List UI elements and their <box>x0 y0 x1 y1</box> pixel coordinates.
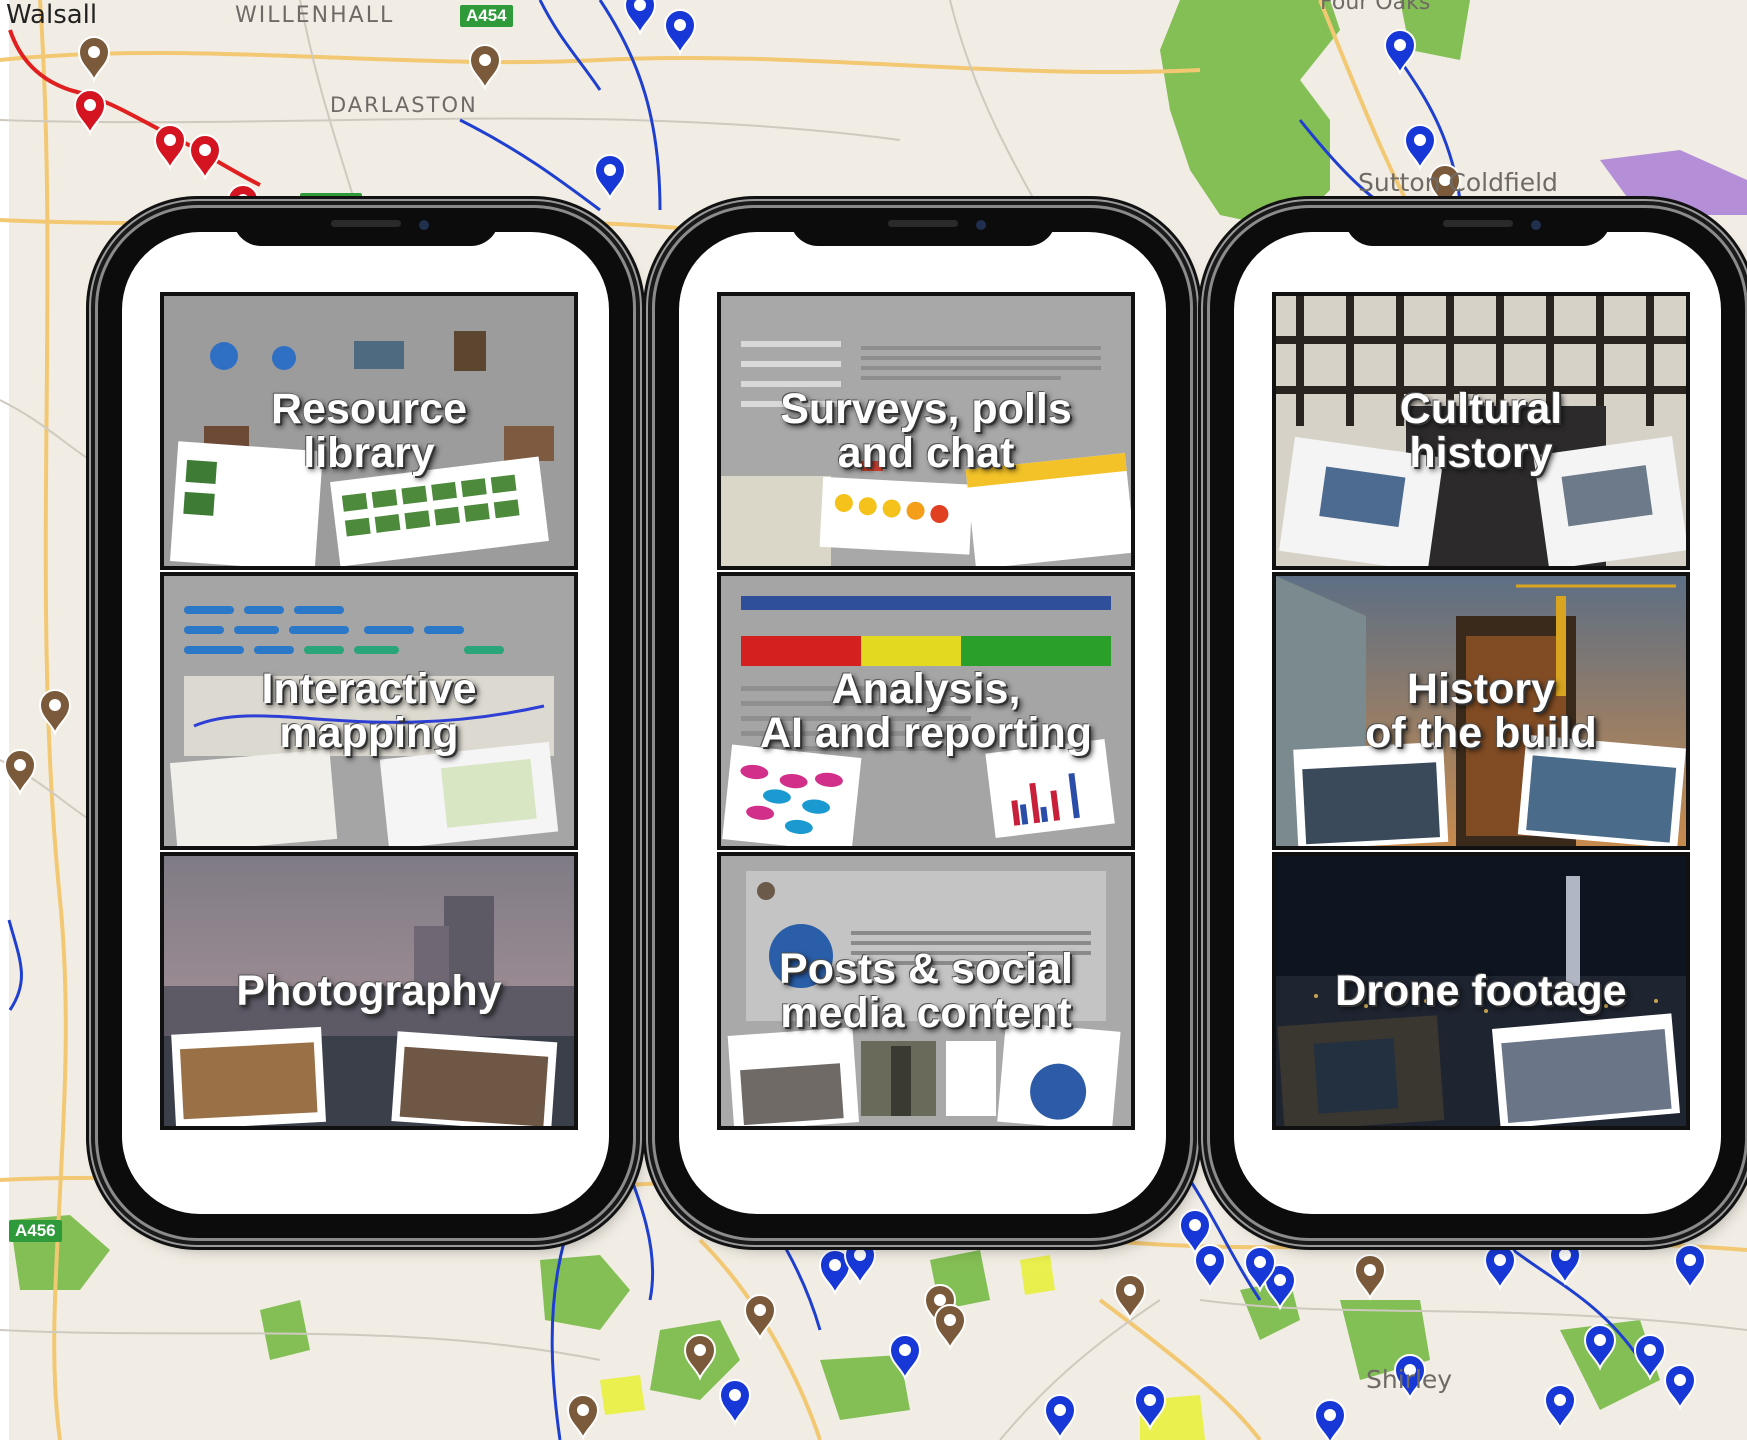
map-marker-dot <box>1364 1264 1376 1276</box>
map-marker-dot <box>899 1344 911 1356</box>
map-marker-dot <box>199 144 211 156</box>
tile-resource-library[interactable]: Resource library <box>160 292 578 570</box>
map-marker-dot <box>1124 1284 1136 1296</box>
tile-cultural-history[interactable]: Cultural history <box>1272 292 1690 570</box>
resource-library-thumbnail <box>164 296 574 566</box>
map-marker-dot <box>164 134 176 146</box>
map-marker-dot <box>1144 1394 1156 1406</box>
map-marker-dot <box>479 54 491 66</box>
place-label-shirley: Shirley <box>1366 1365 1453 1394</box>
place-label-darlaston: DARLASTON <box>330 93 478 117</box>
map-marker-dot <box>237 194 249 206</box>
camera-icon <box>975 220 986 230</box>
surveys-thumbnail <box>721 296 1131 566</box>
posts-thumbnail <box>721 856 1131 1126</box>
map-marker-dot <box>1274 1274 1286 1286</box>
map-marker-dot <box>1414 134 1426 146</box>
phone-notch <box>1344 208 1611 246</box>
phone-notch <box>789 208 1056 246</box>
map-marker-dot <box>1684 1254 1696 1266</box>
map-marker-dot <box>1204 1254 1216 1266</box>
map-marker-dot <box>49 699 61 711</box>
map-marker-dot <box>754 1304 766 1316</box>
tile-surveys-polls-chat[interactable]: Surveys, polls and chat <box>717 292 1135 570</box>
drone-footage-thumbnail <box>1276 856 1686 1126</box>
place-label-four-oaks: Four Oaks <box>1320 0 1431 15</box>
map-marker-dot <box>88 46 100 58</box>
camera-icon <box>1530 220 1541 230</box>
phone-screen: Cultural history History of the build Dr… <box>1234 232 1721 1214</box>
cultural-history-thumbnail <box>1276 296 1686 566</box>
road-badge-a454: A454 <box>460 5 513 27</box>
map-marker-dot <box>1644 1344 1656 1356</box>
tile-drone-footage[interactable]: Drone footage <box>1272 852 1690 1130</box>
tile-photography[interactable]: Photography <box>160 852 578 1130</box>
map-marker-dot <box>829 1259 841 1271</box>
tile-analysis-ai-reporting[interactable]: Analysis, AI and reporting <box>717 572 1135 850</box>
phone-middle: Surveys, polls and chat Analysis, AI and r… <box>655 208 1190 1238</box>
map-marker-dot <box>84 99 96 111</box>
map-marker-dot <box>1594 1334 1606 1346</box>
camera-icon <box>418 220 429 230</box>
map-marker-dot <box>1254 1256 1266 1268</box>
map-marker-dot <box>729 1389 741 1401</box>
phone-notch <box>232 208 499 246</box>
phone-right: Cultural history History of the build Dr… <box>1210 208 1745 1238</box>
speaker-grille <box>330 220 401 227</box>
place-label-willenhall: WILLENHALL <box>235 3 395 28</box>
analysis-thumbnail <box>721 576 1131 846</box>
map-marker-dot <box>1559 1249 1571 1261</box>
map-marker-dot <box>934 1294 946 1306</box>
map-marker-dot <box>694 1344 706 1356</box>
map-marker-dot <box>1189 1219 1201 1231</box>
road-badge-a456: A456 <box>9 1220 62 1242</box>
map-marker-dot <box>577 1404 589 1416</box>
phone-screen: Resource library Interactive mapping Pho… <box>122 232 609 1214</box>
tile-posts-social-media[interactable]: Posts & social media content <box>717 852 1135 1130</box>
speaker-grille <box>887 220 958 227</box>
phone-screen: Surveys, polls and chat Analysis, AI and r… <box>679 232 1166 1214</box>
tile-interactive-mapping[interactable]: Interactive mapping <box>160 572 578 850</box>
map-marker-dot <box>1394 39 1406 51</box>
speaker-grille <box>1442 220 1513 227</box>
tile-history-of-the-build[interactable]: History of the build <box>1272 572 1690 850</box>
map-marker-dot <box>854 1249 866 1261</box>
place-label-edge: Walsall <box>6 0 98 30</box>
photography-thumbnail <box>164 856 574 1126</box>
map-marker-dot <box>944 1314 956 1326</box>
map-marker-dot <box>604 164 616 176</box>
history-build-thumbnail <box>1276 576 1686 846</box>
map-marker-dot <box>1324 1409 1336 1421</box>
map-marker-dot <box>1554 1394 1566 1406</box>
map-marker-dot <box>1054 1404 1066 1416</box>
phone-left: Resource library Interactive mapping Pho… <box>98 208 633 1238</box>
map-marker-dot <box>1494 1254 1506 1266</box>
map-marker-dot <box>1674 1374 1686 1386</box>
map-marker-dot <box>674 19 686 31</box>
place-label-sutton-coldfield: Sutton Coldfield <box>1358 168 1558 197</box>
map-marker-dot <box>14 759 26 771</box>
interactive-mapping-thumbnail <box>164 576 574 846</box>
